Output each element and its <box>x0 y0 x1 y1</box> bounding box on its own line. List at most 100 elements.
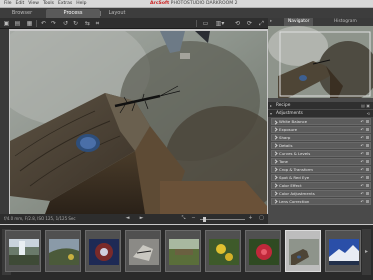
expand-chevron-icon[interactable] <box>273 175 278 181</box>
expand-chevron-icon[interactable] <box>273 167 278 173</box>
adjustment-color-effect[interactable]: Color Effect ↶ <box>271 181 371 190</box>
recipe-section-header[interactable]: ▸ Recipe ▤ ▣ <box>268 102 373 109</box>
adjustment-exposure[interactable]: Exposure ↶ <box>271 125 371 134</box>
enable-toggle[interactable] <box>366 151 369 155</box>
fullscreen-icon[interactable]: ⤢ <box>258 20 265 27</box>
thumbnail[interactable] <box>125 230 161 272</box>
adjustments-section-header[interactable]: ▾ Adjustments ⟲ <box>268 110 373 117</box>
enable-toggle[interactable] <box>366 199 369 203</box>
print-icon[interactable]: ▦ <box>26 20 33 27</box>
navigator-preview[interactable] <box>268 26 373 101</box>
thumbnail[interactable] <box>45 230 81 272</box>
rotate-right-icon[interactable]: ↷ <box>50 20 57 27</box>
filmstrip-next-icon[interactable]: ▸ <box>362 229 371 275</box>
expand-chevron-icon[interactable] <box>273 127 278 133</box>
reset-icon[interactable]: ↶ <box>361 119 364 125</box>
expand-chevron-icon[interactable] <box>273 119 278 125</box>
thumbnail[interactable] <box>205 230 241 272</box>
adjustment-white-balance[interactable]: White Balance ↶ <box>271 118 371 126</box>
image-viewer[interactable] <box>10 31 267 214</box>
adjustment-curves-levels[interactable]: Curves & Levels ↶ <box>271 149 371 158</box>
reset-icon[interactable]: ↶ <box>361 199 364 205</box>
reset-icon[interactable]: ↶ <box>361 143 364 149</box>
zoom-slider[interactable] <box>200 219 245 220</box>
menu-edit[interactable]: Edit <box>16 1 25 6</box>
expand-chevron-icon[interactable] <box>273 143 278 149</box>
reset-icon[interactable]: ↶ <box>361 127 364 133</box>
thumbnail[interactable] <box>245 230 281 272</box>
enable-toggle[interactable] <box>366 183 369 187</box>
adjustment-color-adjustments[interactable]: Color Adjustments ↶ <box>271 189 371 198</box>
enable-toggle[interactable] <box>366 167 369 171</box>
adjustment-crop-transform[interactable]: Crop & Transform ↶ <box>271 165 371 174</box>
right-panel: ▸ Navigator Histogram ▸ Recipe ▤ ▣ ▾ Adj… <box>268 18 373 224</box>
flip-icon[interactable]: ⟳ <box>246 20 253 27</box>
menu-file[interactable]: File <box>4 1 12 6</box>
thumbnail[interactable] <box>165 230 201 272</box>
thumbnail[interactable] <box>325 230 361 272</box>
tab-histogram[interactable]: Histogram <box>334 18 357 26</box>
save-icon[interactable]: ▣ <box>3 20 10 27</box>
enable-toggle[interactable] <box>366 175 369 179</box>
menu-tools[interactable]: Tools <box>43 1 54 6</box>
enable-toggle[interactable] <box>366 120 369 123</box>
collapse-arrow-icon[interactable]: ▸ <box>270 18 272 26</box>
expand-chevron-icon[interactable] <box>273 191 278 196</box>
thumbnail-image <box>209 239 239 265</box>
zoom-in-icon[interactable]: + <box>247 215 254 222</box>
reset-icon[interactable]: ↶ <box>361 135 364 141</box>
grid-icon[interactable]: ▤ <box>14 20 21 27</box>
single-view-icon[interactable]: ▭ <box>202 20 209 27</box>
enable-toggle[interactable] <box>366 127 369 131</box>
expand-chevron-icon[interactable] <box>273 199 278 204</box>
enable-toggle[interactable] <box>366 135 369 139</box>
menu-help[interactable]: Help <box>76 1 86 6</box>
expand-chevron-icon[interactable] <box>273 151 278 157</box>
tab-layout[interactable]: Layout <box>100 9 134 18</box>
next-image-icon[interactable]: ► <box>138 215 145 222</box>
compare-icon[interactable]: ⇆ <box>84 20 91 27</box>
reset-icon[interactable]: ↶ <box>361 167 364 173</box>
reset-icon[interactable]: ↶ <box>361 191 364 197</box>
left-collapse-bar[interactable] <box>0 29 9 218</box>
thumbnail[interactable] <box>85 230 121 272</box>
reset-icon[interactable]: ↶ <box>361 159 364 165</box>
thumbnail[interactable] <box>5 230 41 272</box>
rotate-left-icon[interactable]: ↶ <box>40 20 47 27</box>
adjustment-lens-correction[interactable]: Lens Correction ↶ <box>271 197 371 206</box>
expand-chevron-icon[interactable] <box>273 159 278 165</box>
reset-icon[interactable]: ↶ <box>361 175 364 181</box>
fit-icon[interactable]: ⤡ <box>180 215 187 222</box>
menu-view[interactable]: View <box>28 1 39 6</box>
zoom-out-icon[interactable]: − <box>190 215 197 222</box>
adjustments-list: White Balance ↶ Exposure ↶ Sharp ↶ Details ↶… <box>271 118 371 206</box>
status-bar: f/4.0 mm, F/2.8, ISO 125, 1/125 Sec ◄ ► … <box>0 214 268 224</box>
reset-all-icon[interactable]: ⟲ <box>367 110 370 117</box>
prev-image-icon[interactable]: ◄ <box>124 215 131 222</box>
layout-dropdown-icon[interactable]: ▥▾ <box>213 20 227 27</box>
redo-icon[interactable]: ↻ <box>72 20 79 27</box>
rotate-icon[interactable]: ⟲ <box>234 20 241 27</box>
tab-navigator[interactable]: Navigator <box>284 18 314 26</box>
crop-icon[interactable]: ⌗ <box>94 20 101 27</box>
collapse-icon: ▾ <box>270 111 273 116</box>
tab-process[interactable]: Process <box>46 9 100 18</box>
expand-chevron-icon[interactable] <box>273 183 278 188</box>
adjustment-sharp[interactable]: Sharp ↶ <box>271 133 371 142</box>
recipe-actions-icon[interactable]: ▤ ▣ <box>361 102 370 109</box>
adjustment-details[interactable]: Details ↶ <box>271 141 371 150</box>
menu-extras[interactable]: Extras <box>58 1 72 6</box>
enable-toggle[interactable] <box>366 159 369 163</box>
enable-toggle[interactable] <box>366 143 369 147</box>
reset-icon[interactable]: ↶ <box>361 183 364 189</box>
tab-browser[interactable]: Browser <box>2 9 42 18</box>
enable-toggle[interactable] <box>366 191 369 195</box>
thumbnail-selected[interactable] <box>285 230 321 272</box>
reset-icon[interactable]: ↶ <box>361 151 364 157</box>
zoom-slider-handle[interactable] <box>203 217 206 222</box>
actual-size-icon[interactable]: ▢ <box>258 215 265 222</box>
adjustment-spot-red-eye[interactable]: Spot & Red Eye ↶ <box>271 173 371 182</box>
expand-chevron-icon[interactable] <box>273 135 278 141</box>
undo-icon[interactable]: ↺ <box>62 20 69 27</box>
adjustment-tone[interactable]: Tone ↶ <box>271 157 371 166</box>
